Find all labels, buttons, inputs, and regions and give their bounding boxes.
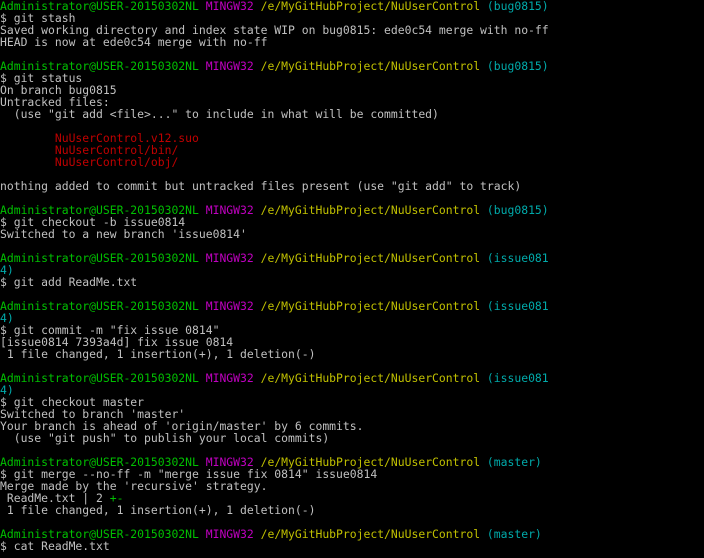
terminal-line: $ git add ReadMe.txt <box>0 276 704 288</box>
terminal-line: Administrator@USER-20150302NL MINGW32 /e… <box>0 60 704 72</box>
prompt-branch: (bug0815) <box>480 0 549 13</box>
terminal-text: $ cat ReadMe.txt <box>0 539 110 553</box>
terminal-line: 1 file changed, 1 insertion(+), 1 deleti… <box>0 504 704 516</box>
terminal-output: Administrator@USER-20150302NL MINGW32 /e… <box>0 0 704 552</box>
prompt-branch: (issue081 <box>480 299 549 313</box>
prompt-path: /e/MyGitHubProject/NuUserControl <box>260 527 481 541</box>
terminal-line: Switched to a new branch 'issue0814' <box>0 228 704 240</box>
prompt-branch: (master) <box>480 527 542 541</box>
prompt-user-host: Administrator@USER-20150302NL <box>0 251 199 265</box>
prompt-system: MINGW32 <box>205 371 254 385</box>
prompt-path: /e/MyGitHubProject/NuUserControl <box>260 299 481 313</box>
prompt-system: MINGW32 <box>205 59 254 73</box>
prompt-system: MINGW32 <box>205 299 254 313</box>
terminal-line: HEAD is now at ede0c54 merge with no-ff <box>0 36 704 48</box>
prompt-system: MINGW32 <box>205 527 254 541</box>
terminal-text: (use "git add <file>..." to include in w… <box>0 107 439 121</box>
terminal-line: 1 file changed, 1 insertion(+), 1 deleti… <box>0 348 704 360</box>
untracked-file: NuUserControl/obj/ <box>0 155 179 169</box>
terminal-text: nothing added to commit but untracked fi… <box>0 179 522 193</box>
terminal-line: Administrator@USER-20150302NL MINGW32 /e… <box>0 372 704 384</box>
prompt-system: MINGW32 <box>205 203 254 217</box>
prompt-path: /e/MyGitHubProject/NuUserControl <box>260 59 481 73</box>
terminal-window[interactable]: Administrator@USER-20150302NL MINGW32 /e… <box>0 0 704 558</box>
terminal-text: 1 file changed, 1 insertion(+), 1 deleti… <box>0 347 316 361</box>
terminal-text: HEAD is now at ede0c54 merge with no-ff <box>0 35 268 49</box>
terminal-line: $ cat ReadMe.txt <box>0 540 704 552</box>
terminal-line: Administrator@USER-20150302NL MINGW32 /e… <box>0 252 704 264</box>
prompt-system: MINGW32 <box>205 0 254 13</box>
prompt-user-host: Administrator@USER-20150302NL <box>0 371 199 385</box>
prompt-branch: (bug0815) <box>480 59 549 73</box>
terminal-line: nothing added to commit but untracked fi… <box>0 180 704 192</box>
terminal-line: Administrator@USER-20150302NL MINGW32 /e… <box>0 300 704 312</box>
prompt-user-host: Administrator@USER-20150302NL <box>0 299 199 313</box>
prompt-branch: (master) <box>480 455 542 469</box>
terminal-text: 1 file changed, 1 insertion(+), 1 deleti… <box>0 503 316 517</box>
prompt-system: MINGW32 <box>205 251 254 265</box>
prompt-path: /e/MyGitHubProject/NuUserControl <box>260 251 481 265</box>
terminal-line: (use "git push" to publish your local co… <box>0 432 704 444</box>
prompt-branch: (issue081 <box>480 371 549 385</box>
prompt-branch: (bug0815) <box>480 203 549 217</box>
terminal-text: Switched to a new branch 'issue0814' <box>0 227 247 241</box>
prompt-path: /e/MyGitHubProject/NuUserControl <box>260 0 481 13</box>
terminal-text: $ git add ReadMe.txt <box>0 275 138 289</box>
prompt-path: /e/MyGitHubProject/NuUserControl <box>260 371 481 385</box>
terminal-line: NuUserControl/obj/ <box>0 156 704 168</box>
terminal-line: (use "git add <file>..." to include in w… <box>0 108 704 120</box>
terminal-text: (use "git push" to publish your local co… <box>0 431 330 445</box>
prompt-branch: (issue081 <box>480 251 549 265</box>
terminal-line: Administrator@USER-20150302NL MINGW32 /e… <box>0 0 704 12</box>
prompt-path: /e/MyGitHubProject/NuUserControl <box>260 203 481 217</box>
